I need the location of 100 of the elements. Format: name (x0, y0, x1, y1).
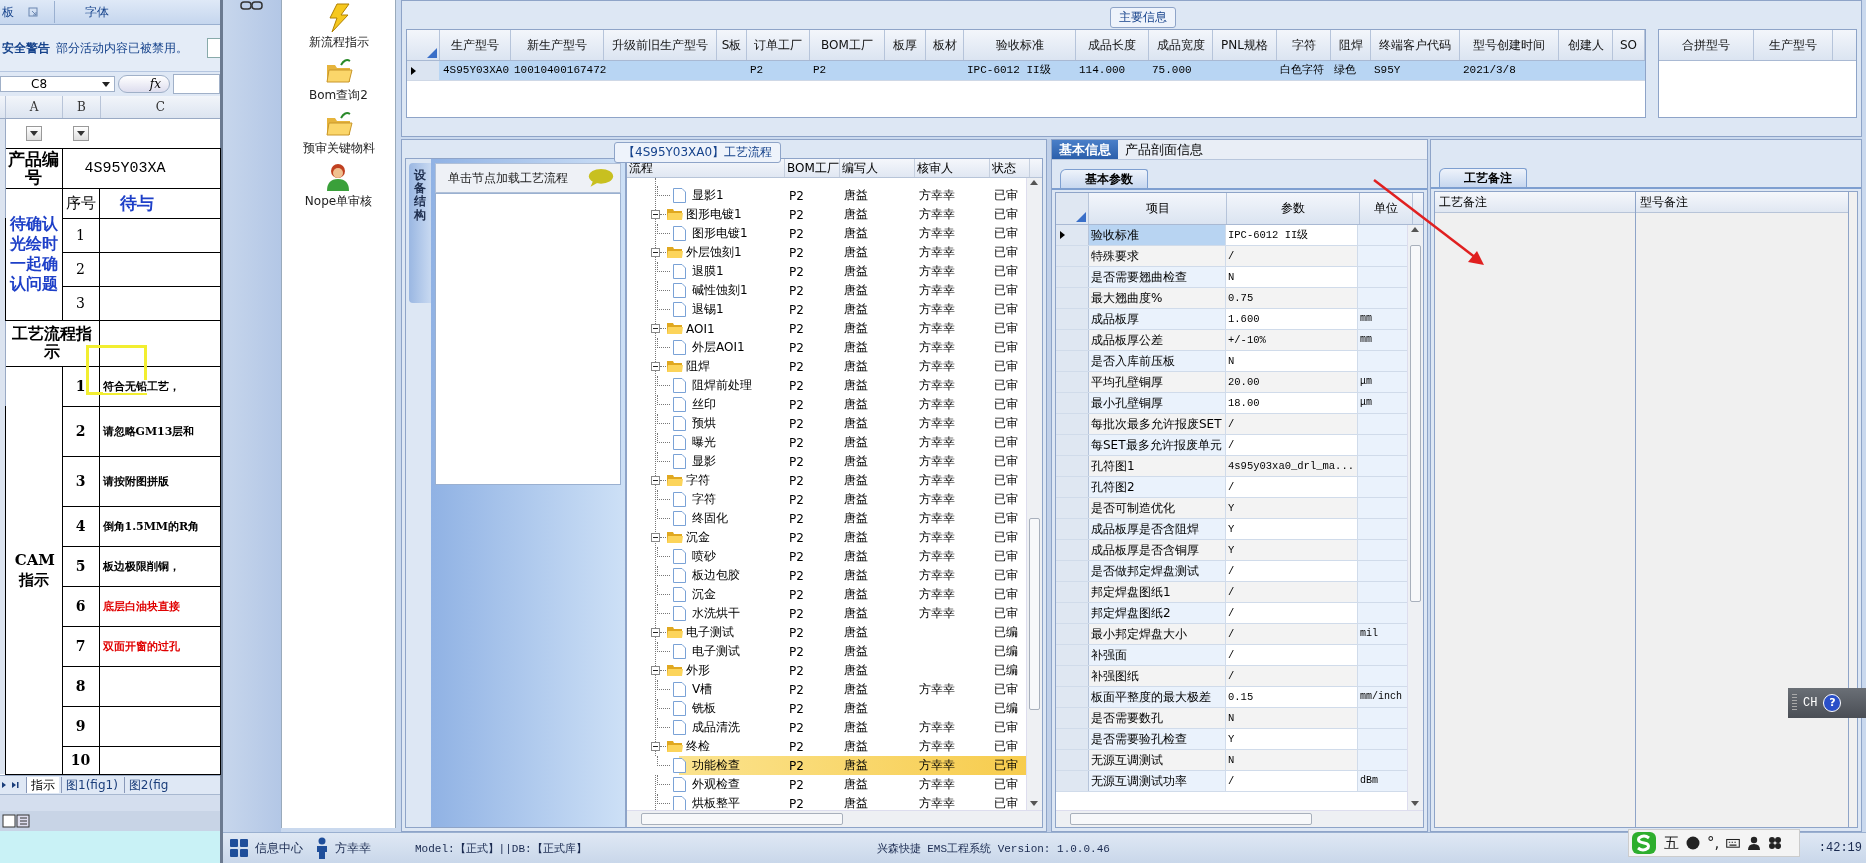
column-header[interactable]: 型号创建时间 (1460, 30, 1559, 60)
view-icon[interactable] (2, 813, 32, 828)
tree-row[interactable]: 碱性蚀刻1 P2 唐益 方幸幸 已审 (627, 281, 1026, 300)
table-row[interactable]: 是否做邦定焊盘测试 / (1056, 561, 1407, 582)
table-row[interactable]: 最大翘曲度% 0.75 (1056, 288, 1407, 309)
tree-item[interactable]: 喷砂 (692, 548, 716, 565)
grid-icon[interactable] (1768, 836, 1783, 850)
sheet-tab[interactable]: 指示 (26, 776, 59, 793)
person-icon[interactable] (1747, 836, 1762, 850)
tree-item[interactable]: 板边包胶 (692, 567, 740, 584)
table-row[interactable]: 特殊要求 / (1056, 246, 1407, 267)
punctuation-mode[interactable]: °, (1707, 834, 1720, 852)
tree-item[interactable]: 电子测试 (686, 624, 734, 641)
dialog-launcher-icon[interactable] (28, 7, 38, 17)
filter-button[interactable] (25, 126, 42, 142)
tree-item[interactable]: 显影1 (692, 187, 724, 204)
tree-item[interactable]: 阻焊 (686, 358, 710, 375)
table-row[interactable]: 最小邦定焊盘大小 / mil (1056, 624, 1407, 645)
name-box[interactable]: C8 (0, 76, 115, 92)
table-row[interactable]: 邦定焊盘图纸1 / (1056, 582, 1407, 603)
column-header[interactable]: 升级前旧生产型号 (604, 30, 717, 60)
tab[interactable]: 产品剖面信息 (1118, 140, 1210, 159)
tree-row[interactable]: 字符 P2 唐益 方幸幸 已审 (627, 490, 1026, 509)
tree-item[interactable]: 外层蚀刻1 (686, 244, 742, 261)
column-header[interactable]: 编写人 (840, 159, 915, 177)
tree-row[interactable]: 终固化 P2 唐益 方幸幸 已审 (627, 509, 1026, 528)
tree-row[interactable]: 板边包胶 P2 唐益 方幸幸 已审 (627, 566, 1026, 585)
collapse-icon[interactable] (651, 533, 660, 542)
tree-item[interactable]: 水洗烘干 (692, 605, 740, 622)
scrollbar[interactable] (1407, 225, 1423, 810)
column-header[interactable]: 成品宽度 (1149, 30, 1213, 60)
column-header[interactable]: 成品长度 (1076, 30, 1149, 60)
tree-item[interactable]: 铣板 (692, 700, 716, 717)
column-header[interactable]: 订单工厂 (747, 30, 810, 60)
function-button[interactable]: fx (118, 75, 170, 93)
table-row[interactable]: 孔符图1 4s95y03xa0_drl_ma... (1056, 456, 1407, 477)
tree-row[interactable]: 沉金 P2 唐益 方幸幸 已审 (627, 585, 1026, 604)
nav-item[interactable]: 预审关键物料 (302, 140, 375, 157)
tree-item[interactable]: 退锡1 (692, 301, 724, 318)
collapse-icon[interactable] (651, 248, 660, 257)
keyboard-icon[interactable] (1726, 836, 1741, 850)
table-row[interactable]: 邦定焊盘图纸2 / (1056, 603, 1407, 624)
row-header[interactable] (407, 61, 439, 80)
column-header[interactable]: 板材 (926, 30, 964, 60)
tree-item[interactable]: 沉金 (692, 586, 716, 603)
language-label[interactable]: CH (1803, 696, 1818, 710)
table-row[interactable]: 孔符图2 / (1056, 477, 1407, 498)
column-header[interactable]: 核审人 (915, 159, 990, 177)
formula-field[interactable] (173, 74, 220, 94)
tree-row[interactable]: 沉金 P2 唐益 方幸幸 已审 (627, 528, 1026, 547)
collapse-icon[interactable] (651, 742, 660, 751)
options-button[interactable] (207, 38, 220, 58)
tiles-icon[interactable] (229, 838, 249, 858)
column-header[interactable]: 型号备注 (1636, 192, 1848, 213)
tree-row[interactable]: 显影 P2 唐益 方幸幸 已审 (627, 452, 1026, 471)
collapse-icon[interactable] (651, 324, 660, 333)
folder-icon[interactable] (324, 56, 353, 86)
tree-row[interactable]: 图形电镀1 P2 唐益 方幸幸 已审 (627, 205, 1026, 224)
tree-item[interactable]: 碱性蚀刻1 (692, 282, 748, 299)
tree-row[interactable]: 成品清洗 P2 唐益 方幸幸 已审 (627, 718, 1026, 737)
column-header[interactable]: 单位 (1360, 193, 1413, 224)
info-center-label[interactable]: 信息中心 (255, 839, 303, 857)
tree-item[interactable]: 终固化 (692, 510, 728, 527)
tree-item[interactable]: 成品清洗 (692, 719, 740, 736)
tree-row[interactable]: AOI1 P2 唐益 方幸幸 已审 (627, 319, 1026, 338)
sheet-tab[interactable]: 图2(fig (123, 776, 173, 793)
link-icon[interactable] (239, 1, 265, 11)
column-header[interactable]: 新生产型号 (511, 30, 604, 60)
table-row[interactable]: 是否需要翘曲检查 N (1056, 267, 1407, 288)
column-header[interactable]: SO (1613, 30, 1645, 60)
column-header[interactable]: S板 (717, 30, 747, 60)
column-header[interactable]: 验收标准 (964, 30, 1076, 60)
table-row[interactable]: 是否需要数孔 N (1056, 708, 1407, 729)
table-row[interactable]: 无源互调测试功率 / dBm (1056, 771, 1407, 792)
column-header[interactable]: 生产型号 (440, 30, 511, 60)
tree-item[interactable]: 沉金 (686, 529, 710, 546)
tree-row[interactable]: 曝光 P2 唐益 方幸幸 已审 (627, 433, 1026, 452)
tree-item[interactable]: AOI1 (686, 321, 715, 336)
filter-button[interactable] (72, 126, 89, 142)
sub-tab[interactable]: 基本参数 (1060, 169, 1148, 188)
tree-item[interactable]: 曝光 (692, 434, 716, 451)
table-row[interactable]: 板面平整度的最大极差 0.15 mm/inch (1056, 687, 1407, 708)
tree-row[interactable]: 终检 P2 唐益 方幸幸 已审 (627, 737, 1026, 756)
column-header[interactable]: 创建人 (1559, 30, 1613, 60)
table-row[interactable]: 验收标准 IPC-6012 II级 (1056, 225, 1407, 246)
tree-row[interactable]: 铣板 P2 唐益 已编 (627, 699, 1026, 718)
table-row[interactable]: 每批次最多允许报废SET / (1056, 414, 1407, 435)
tree-item[interactable]: 显影 (692, 453, 716, 470)
column-header[interactable]: 阻焊 (1331, 30, 1371, 60)
tree-row[interactable]: 预烘 P2 唐益 方幸幸 已审 (627, 414, 1026, 433)
tree-row[interactable]: 外层蚀刻1 P2 唐益 方幸幸 已审 (627, 243, 1026, 262)
tree-item[interactable]: V槽 (692, 681, 713, 698)
tree-item[interactable]: 功能检查 (692, 757, 740, 774)
tree-row[interactable]: 字符 P2 唐益 方幸幸 已审 (627, 471, 1026, 490)
table-row[interactable]: 平均孔壁铜厚 20.00 μm (1056, 372, 1407, 393)
row-header[interactable] (1056, 225, 1089, 245)
table-row[interactable]: 是否需要验孔检查 Y (1056, 729, 1407, 750)
table-row[interactable]: 成品板厚公差 +/-10% mm (1056, 330, 1407, 351)
tree-item[interactable]: 烘板整平 (692, 795, 740, 810)
tree-row[interactable]: 喷砂 P2 唐益 方幸幸 已审 (627, 547, 1026, 566)
